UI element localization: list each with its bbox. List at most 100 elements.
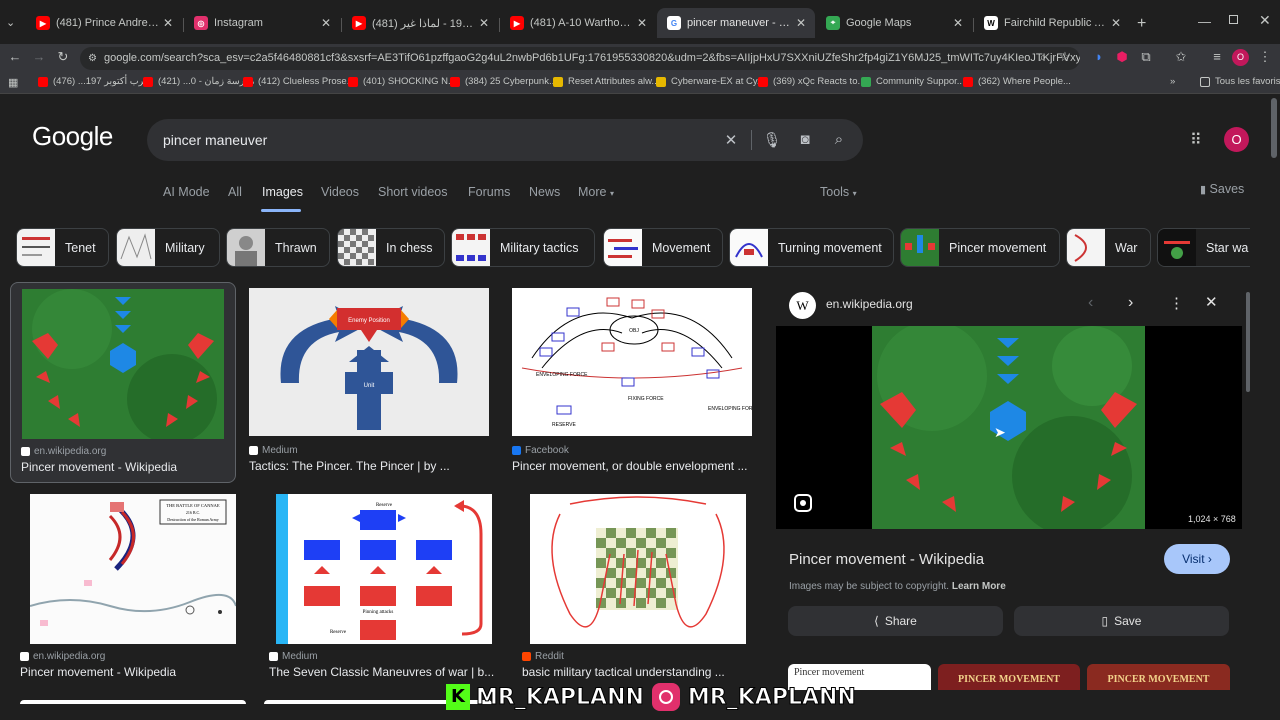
window-close-icon[interactable]: ✕: [1259, 12, 1271, 29]
tools-button[interactable]: Tools ▾: [820, 185, 857, 199]
minimize-icon[interactable]: —: [1198, 14, 1211, 29]
chip-tenet[interactable]: Tenet: [16, 228, 109, 267]
result-thumbnail[interactable]: [22, 289, 224, 439]
restore-icon[interactable]: [1229, 15, 1238, 24]
related-image[interactable]: PINCER MOVEMENT: [1087, 664, 1230, 690]
bookmark-item[interactable]: (362) Where People...: [963, 76, 1071, 87]
tab-all[interactable]: All: [228, 185, 242, 199]
tab-images[interactable]: Images: [262, 185, 303, 199]
tab-ai-mode[interactable]: AI Mode: [163, 185, 210, 199]
tab-1[interactable]: ◎ Instagram ✕: [184, 8, 340, 38]
preview-source[interactable]: en.wikipedia.org: [826, 297, 913, 311]
google-lens-icon[interactable]: [794, 494, 812, 512]
result-thumbnail[interactable]: Enemy Position Unit: [249, 288, 489, 436]
preview-image-frame[interactable]: 1,024 × 768: [776, 326, 1242, 529]
close-icon[interactable]: ✕: [318, 16, 334, 30]
forward-icon[interactable]: →: [30, 49, 48, 64]
tab-0[interactable]: ▶ (481) Prince Andrew & the Epst ✕: [26, 8, 182, 38]
close-icon[interactable]: ✕: [160, 16, 176, 30]
close-icon[interactable]: ✕: [634, 16, 650, 30]
result-thumbnail[interactable]: Reserve Pinning attacks Reserve: [276, 494, 492, 644]
google-logo[interactable]: Google: [32, 121, 113, 152]
result-title[interactable]: basic military tactical understanding ..…: [522, 665, 732, 679]
bookmark-item[interactable]: Reset Attributes alw...: [553, 76, 659, 87]
bookmark-item[interactable]: مدرسة زمان - 0... (421): [143, 76, 254, 87]
image-result[interactable]: THE BATTLE OF CANNAE 216 B.C. Destructio…: [20, 494, 236, 684]
search-box[interactable]: pincer maneuver ✕ 🎙 ◙ ⌕: [147, 119, 863, 161]
result-title[interactable]: The Seven Classic Maneuvres of war | b..…: [269, 665, 497, 679]
panel-scrollbar[interactable]: [1246, 292, 1250, 392]
tab-5[interactable]: ⌖ Google Maps ✕: [816, 8, 972, 38]
tab-videos[interactable]: Videos: [321, 185, 359, 199]
chip-pincer-movement[interactable]: Pincer movement: [900, 228, 1060, 267]
bookmark-item[interactable]: Cyberware-EX at Cy...: [656, 76, 765, 87]
preview-title[interactable]: Pincer movement - Wikipedia: [789, 551, 984, 568]
chip-turning-movement[interactable]: Turning movement: [729, 228, 894, 267]
result-title[interactable]: Pincer movement, or double envelopment .…: [512, 459, 752, 473]
chip-movement[interactable]: Movement: [603, 228, 723, 267]
bookmark-item[interactable]: Community Suppor...: [861, 76, 965, 87]
related-image[interactable]: PINCER MOVEMENT: [938, 664, 1080, 690]
chip-star-wars[interactable]: Star wa: [1157, 228, 1250, 267]
new-tab-icon[interactable]: +: [1137, 16, 1146, 32]
tab-4-active[interactable]: G pincer maneuver - Google Sear ✕: [657, 8, 815, 38]
tab-forums[interactable]: Forums: [468, 185, 510, 199]
bookmarks-overflow-icon[interactable]: »: [1170, 76, 1175, 87]
learn-more-link[interactable]: Learn More: [952, 581, 1006, 592]
chip-in-chess[interactable]: In chess: [337, 228, 445, 267]
clear-icon[interactable]: ✕: [721, 131, 741, 149]
tab-3[interactable]: ▶ (481) A-10 Warthog (Thunderb ✕: [500, 8, 656, 38]
search-input[interactable]: pincer maneuver: [163, 132, 267, 148]
result-title[interactable]: Tactics: The Pincer. The Pincer | by ...: [249, 459, 489, 473]
tab-news[interactable]: News: [529, 185, 560, 199]
bookmarks-icon[interactable]: ✩: [1172, 49, 1190, 65]
close-icon[interactable]: ✕: [793, 16, 809, 30]
extension-icon[interactable]: ◗: [1090, 49, 1108, 64]
close-icon[interactable]: ✕: [476, 16, 492, 30]
image-result[interactable]: Enemy Position Unit Medium Tactics: The …: [249, 288, 489, 478]
bookmark-item[interactable]: (384) 25 Cyberpunk...: [450, 76, 557, 87]
more-options-icon[interactable]: ⋮: [1169, 294, 1184, 312]
extensions-puzzle-icon[interactable]: ⧉: [1137, 49, 1155, 65]
next-icon[interactable]: ›: [1128, 294, 1133, 312]
shield-extension-icon[interactable]: ⬢: [1113, 49, 1131, 65]
close-preview-icon[interactable]: ✕: [1205, 293, 1218, 311]
site-info-icon[interactable]: ⚙: [88, 47, 97, 70]
bookmark-item[interactable]: حرب أكتوبر 197... (476): [38, 76, 150, 87]
image-result[interactable]: Reddit basic military tactical understan…: [522, 494, 750, 684]
apps-grid-icon[interactable]: ⠿: [1190, 130, 1202, 150]
apps-grid-icon[interactable]: ▦: [8, 76, 18, 89]
profile-avatar[interactable]: O: [1232, 49, 1249, 66]
chip-military-tactics[interactable]: Military tactics: [451, 228, 595, 267]
account-avatar[interactable]: O: [1224, 127, 1249, 152]
tab-2[interactable]: ▶ (481) حرب أكتوبر 1973 - لماذا غير ✕: [342, 8, 498, 38]
tab-more[interactable]: More ▾: [578, 185, 614, 199]
chip-war[interactable]: War: [1066, 228, 1151, 267]
bookmark-item[interactable]: (369) xQc Reacts to...: [758, 76, 865, 87]
zoom-icon[interactable]: ⌕: [1034, 50, 1052, 65]
menu-icon[interactable]: ⋮: [1256, 49, 1274, 65]
tab-6[interactable]: W Fairchild Republic A-10 Thunde ✕: [974, 8, 1130, 38]
result-thumbnail[interactable]: THE BATTLE OF CANNAE 216 B.C. Destructio…: [30, 494, 236, 644]
microphone-icon[interactable]: 🎙: [762, 131, 782, 149]
reload-icon[interactable]: ↻: [54, 49, 72, 65]
all-bookmarks[interactable]: Tous les favoris: [1200, 76, 1280, 87]
share-button[interactable]: ⟨ Share: [788, 606, 1003, 636]
image-result-selected[interactable]: en.wikipedia.org Pincer movement - Wikip…: [10, 282, 236, 483]
bookmark-item[interactable]: (401) SHOCKING N...: [348, 76, 456, 87]
saves-button[interactable]: ▮ Saves: [1200, 182, 1244, 196]
bookmark-item[interactable]: (412) Clueless Prose...: [243, 76, 355, 87]
media-icon[interactable]: ≡: [1208, 49, 1226, 64]
tab-search-chevron-icon[interactable]: ⌄: [6, 16, 15, 29]
result-thumbnail[interactable]: OBJ ENVELOPING FORCE ENVELOPING FORCE FI…: [512, 288, 752, 436]
image-result[interactable]: OBJ ENVELOPING FORCE ENVELOPING FORCE FI…: [512, 288, 752, 478]
search-icon[interactable]: ⌕: [829, 131, 849, 148]
bookmark-star-icon[interactable]: ☆: [1056, 49, 1074, 65]
page-scrollbar[interactable]: [1270, 96, 1278, 716]
tab-short-videos[interactable]: Short videos: [378, 185, 447, 199]
result-title[interactable]: Pincer movement - Wikipedia: [21, 460, 231, 474]
image-result[interactable]: Reserve Pinning attacks Reserve Medium T…: [269, 494, 497, 684]
address-bar[interactable]: ⚙ google.com/search?sca_esv=c2a5f4648088…: [80, 47, 1080, 70]
close-icon[interactable]: ✕: [950, 16, 966, 30]
save-button[interactable]: ▯ Save: [1014, 606, 1229, 636]
